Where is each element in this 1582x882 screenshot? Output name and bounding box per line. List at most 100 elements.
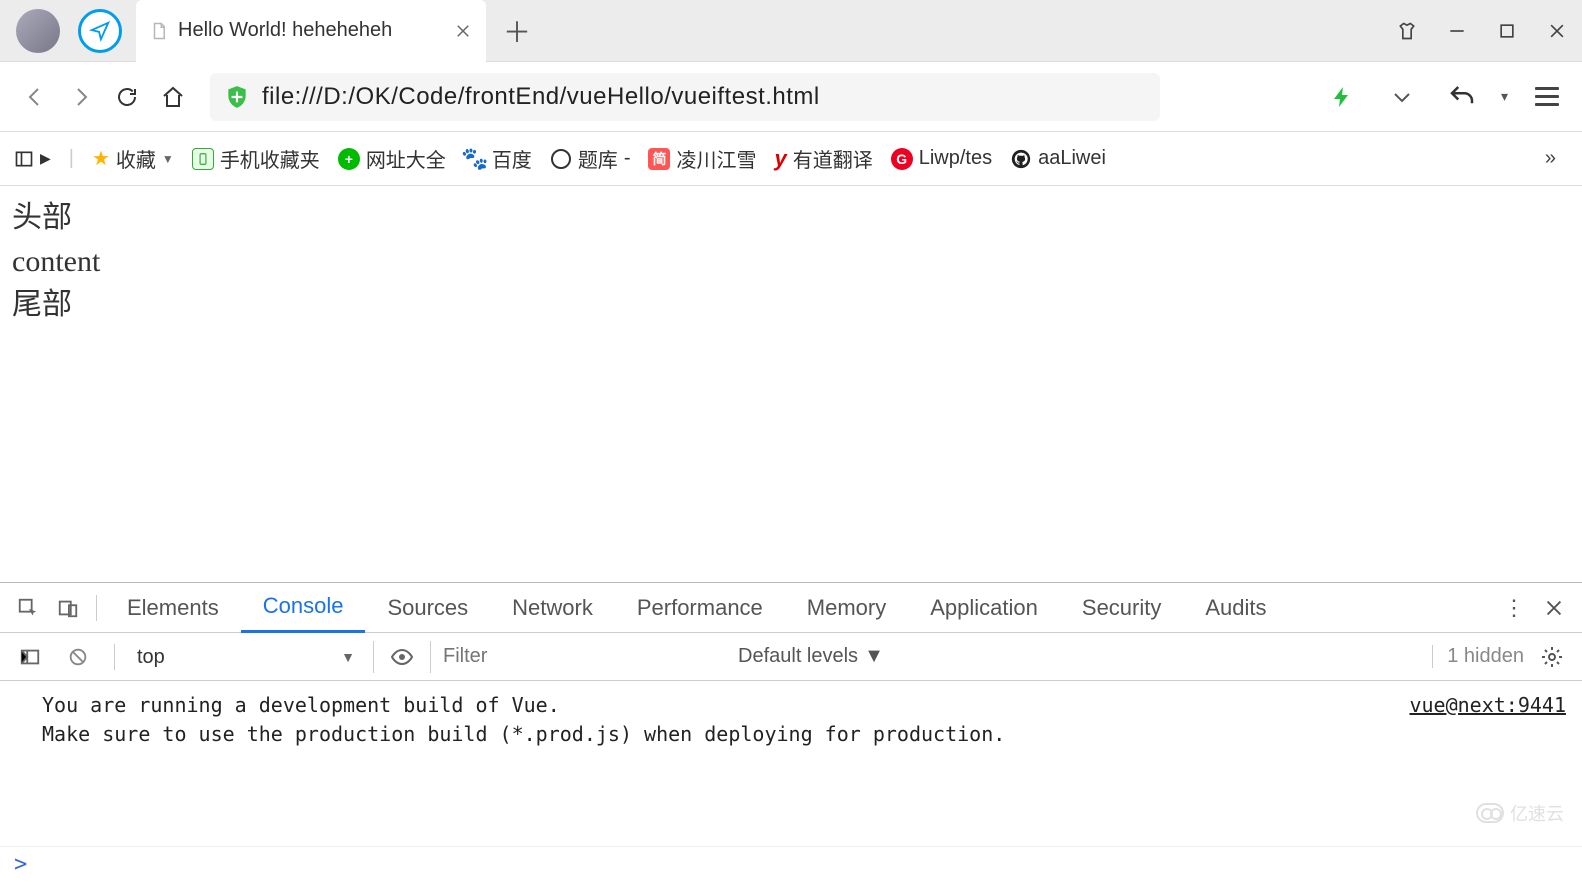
tab-audits[interactable]: Audits — [1183, 583, 1288, 633]
page-line: 尾部 — [12, 283, 1570, 327]
browser-tab[interactable]: Hello World! heheheheh — [136, 0, 486, 62]
address-bar: file:///D:/OK/Code/frontEnd/vueHello/vue… — [0, 62, 1582, 132]
console-prompt[interactable]: > — [0, 846, 1582, 882]
close-icon — [1547, 21, 1567, 41]
bookmark-label: 有道翻译 — [793, 144, 873, 173]
profile-avatar-button[interactable] — [16, 9, 60, 53]
reload-icon — [115, 85, 139, 109]
minimize-button[interactable] — [1432, 11, 1482, 51]
watermark-text: 亿速云 — [1510, 800, 1564, 826]
minimize-icon — [1447, 21, 1467, 41]
bookmark-label: aaLiwei — [1038, 147, 1106, 170]
inspect-element-button[interactable] — [8, 588, 48, 628]
ban-icon — [67, 646, 89, 668]
tab-network[interactable]: Network — [490, 583, 615, 633]
wardrobe-button[interactable] — [1382, 11, 1432, 51]
bookmark-liwp[interactable]: G Liwp/tes — [891, 147, 992, 170]
hidden-messages-label[interactable]: 1 hidden — [1432, 645, 1524, 668]
star-icon: ★ — [92, 146, 110, 171]
bookmark-mobile[interactable]: 手机收藏夹 — [192, 144, 320, 173]
bookmark-lingchuan[interactable]: 简 凌川江雪 — [648, 144, 756, 173]
bookmark-github[interactable]: aaLiwei — [1010, 147, 1106, 170]
devtools-panel: Elements Console Sources Network Perform… — [0, 582, 1582, 882]
circle-icon — [550, 148, 572, 170]
url-input[interactable]: file:///D:/OK/Code/frontEnd/vueHello/vue… — [210, 73, 1160, 121]
bookmark-label: 百度 — [492, 144, 532, 173]
watermark-icon — [1476, 803, 1504, 823]
filter-input[interactable] — [430, 641, 730, 673]
sidebar-icon — [19, 646, 41, 668]
forward-button[interactable] — [60, 76, 102, 118]
tab-title: Hello World! heheheheh — [178, 19, 444, 42]
watermark: 亿速云 — [1476, 800, 1564, 826]
tab-memory[interactable]: Memory — [785, 583, 908, 633]
bookmarks-overflow-button[interactable]: » — [1545, 147, 1556, 170]
context-selector[interactable]: top — [131, 641, 374, 673]
paper-plane-icon — [89, 20, 111, 42]
bookmark-baidu[interactable]: 🐾 百度 — [464, 144, 532, 173]
maximize-button[interactable] — [1482, 11, 1532, 51]
home-icon — [161, 85, 185, 109]
kebab-icon: ⋮ — [1503, 595, 1525, 621]
live-expression-button[interactable] — [382, 637, 422, 677]
page-line: content — [12, 240, 1570, 284]
bookmark-sites[interactable]: + 网址大全 — [338, 144, 446, 173]
sidebar-toggle-button[interactable]: ▶ — [14, 149, 51, 169]
new-tab-button[interactable]: ＋ — [486, 0, 548, 62]
phone-icon — [192, 148, 214, 170]
home-button[interactable] — [152, 76, 194, 118]
url-text: file:///D:/OK/Code/frontEnd/vueHello/vue… — [262, 83, 820, 111]
message-text: You are running a development build of V… — [42, 691, 1005, 749]
tab-sources[interactable]: Sources — [365, 583, 490, 633]
bookmark-favorites[interactable]: ★ 收藏 ▼ — [92, 144, 174, 173]
bookmark-youdao[interactable]: y 有道翻译 — [774, 144, 872, 173]
chevron-down-icon — [1390, 85, 1414, 109]
bookmarks-bar: ▶ | ★ 收藏 ▼ 手机收藏夹 + 网址大全 🐾 百度 题库 - 简 凌川江雪… — [0, 132, 1582, 186]
log-levels-selector[interactable]: Default levels ▼ — [738, 645, 884, 668]
clear-console-button[interactable] — [58, 637, 98, 677]
undo-button[interactable] — [1441, 76, 1483, 118]
speed-button[interactable] — [1321, 76, 1363, 118]
page-content: 头部 content 尾部 — [0, 186, 1582, 337]
bookmark-label: 收藏 — [116, 144, 156, 173]
back-button[interactable] — [14, 76, 56, 118]
jian-icon: 简 — [648, 148, 670, 170]
close-icon — [1543, 597, 1565, 619]
dropdown-button[interactable] — [1381, 76, 1423, 118]
bookmark-tiku[interactable]: 题库 - — [550, 144, 631, 173]
close-window-button[interactable] — [1532, 11, 1582, 51]
tab-elements[interactable]: Elements — [105, 583, 241, 633]
bookmark-dash: - — [624, 147, 631, 170]
tab-console[interactable]: Console — [241, 583, 366, 633]
console-settings-button[interactable] — [1532, 637, 1572, 677]
console-sidebar-toggle[interactable] — [10, 637, 50, 677]
message-source-link[interactable]: vue@next:9441 — [1409, 691, 1566, 749]
titlebar: Hello World! heheheheh ＋ — [0, 0, 1582, 62]
devtools-menu-button[interactable]: ⋮ — [1494, 588, 1534, 628]
panel-icon — [14, 149, 34, 169]
bookmark-label: 网址大全 — [366, 144, 446, 173]
bookmark-label: 手机收藏夹 — [220, 144, 320, 173]
devtools-close-button[interactable] — [1534, 588, 1574, 628]
console-output[interactable]: You are running a development build of V… — [0, 681, 1582, 846]
eye-icon — [390, 645, 414, 669]
plus-icon: ＋ — [503, 11, 531, 51]
gear-icon — [1540, 645, 1564, 669]
g-icon: G — [891, 148, 913, 170]
device-toolbar-button[interactable] — [48, 588, 88, 628]
maximize-icon — [1497, 21, 1517, 41]
prompt-chevron-icon: > — [14, 852, 27, 877]
tab-application[interactable]: Application — [908, 583, 1060, 633]
reload-button[interactable] — [106, 76, 148, 118]
hamburger-icon — [1535, 87, 1559, 106]
browser-logo-button[interactable] — [78, 9, 122, 53]
close-tab-icon[interactable] — [454, 22, 472, 40]
tab-security[interactable]: Security — [1060, 583, 1183, 633]
undo-dropdown-icon[interactable]: ▾ — [1501, 88, 1508, 105]
context-select[interactable]: top — [131, 641, 361, 673]
tshirt-icon — [1397, 21, 1417, 41]
main-menu-button[interactable] — [1526, 76, 1568, 118]
bookmark-label: 题库 — [578, 144, 618, 173]
tab-performance[interactable]: Performance — [615, 583, 785, 633]
bookmark-label: 凌川江雪 — [676, 144, 756, 173]
